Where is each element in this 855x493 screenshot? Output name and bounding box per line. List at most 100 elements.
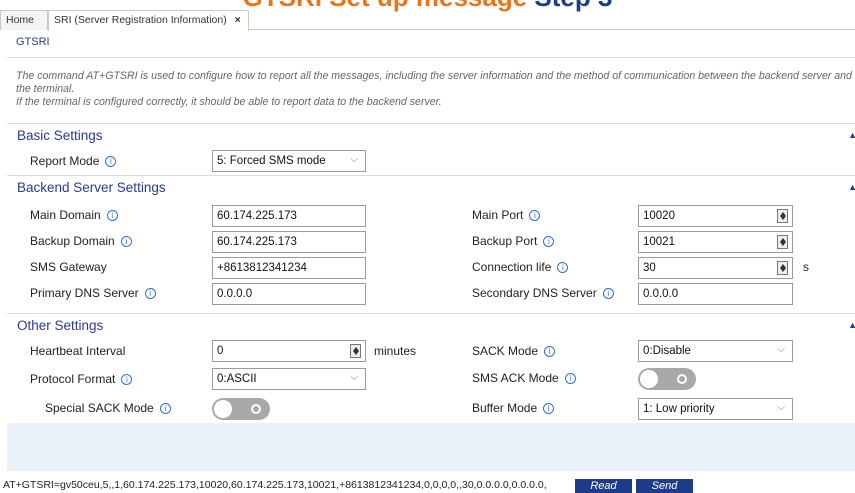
heartbeat-input[interactable]: 0 — [212, 340, 366, 362]
report-mode-label-text: Report Mode — [30, 154, 100, 168]
tab-bar: Home SRI (Server Registration Informatio… — [0, 10, 855, 31]
buffer-mode-value: 1: Low priority — [643, 403, 715, 415]
secondary-dns-input[interactable]: 0.0.0.0 — [638, 283, 793, 305]
buffer-mode-select[interactable]: 1: Low priority ⌵ — [638, 398, 793, 420]
sms-ack-mode-label: SMS ACK Mode i — [472, 371, 576, 385]
report-mode-value: 5: Forced SMS mode — [217, 155, 326, 167]
secondary-dns-label-text: Secondary DNS Server — [472, 286, 597, 300]
section-basic-settings[interactable]: Basic Settings ▲ — [7, 123, 855, 145]
backup-domain-input[interactable]: 60.174.225.173 — [212, 231, 366, 253]
collapse-triangle-icon[interactable]: ▲ — [848, 182, 855, 192]
main-domain-value: 60.174.225.173 — [217, 210, 297, 222]
info-circle-icon[interactable]: i — [544, 346, 556, 357]
primary-dns-value: 0.0.0.0 — [217, 288, 253, 300]
secondary-dns-value: 0.0.0.0 — [643, 288, 679, 300]
heartbeat-label: Heartbeat Interval — [30, 344, 125, 358]
info-circle-icon[interactable]: i — [106, 210, 118, 221]
chevron-down-icon: ⌵ — [777, 344, 785, 355]
heartbeat-label-text: Heartbeat Interval — [30, 344, 126, 358]
sack-mode-select[interactable]: 0:Disable ⌵ — [638, 340, 793, 362]
tab-home[interactable]: Home — [0, 10, 48, 30]
info-circle-icon[interactable]: i — [564, 373, 576, 384]
special-sack-mode-label: Special SACK Mode i — [45, 401, 171, 415]
send-button[interactable]: Send — [636, 479, 693, 493]
info-circle-icon[interactable]: i — [529, 210, 541, 221]
sms-ack-mode-label-text: SMS ACK Mode — [472, 371, 559, 385]
info-circle-icon[interactable]: i — [120, 236, 132, 247]
secondary-dns-label: Secondary DNS Server i — [472, 286, 614, 300]
connection-life-label-text: Connection life — [472, 260, 552, 274]
buffer-mode-label: Buffer Mode i — [472, 401, 555, 415]
section-title: Other Settings — [17, 318, 104, 333]
sms-gateway-label: SMS Gateway — [30, 260, 107, 274]
protocol-format-label-text: Protocol Format — [30, 372, 116, 386]
backup-domain-value: 60.174.225.173 — [217, 236, 297, 248]
description: The command AT+GTSRI is used to configur… — [16, 70, 852, 109]
special-sack-mode-label-text: Special SACK Mode — [45, 401, 154, 415]
main-domain-label-text: Main Domain — [30, 208, 101, 222]
close-icon[interactable]: × — [235, 14, 241, 26]
info-circle-icon[interactable]: i — [543, 403, 555, 414]
page-subtitle: GTSRI — [16, 36, 50, 48]
primary-dns-label: Primary DNS Server i — [30, 286, 156, 300]
backup-port-value: 10021 — [643, 236, 675, 248]
protocol-format-value: 0:ASCII — [217, 373, 257, 385]
special-sack-mode-toggle[interactable] — [212, 398, 270, 420]
backup-port-label-text: Backup Port — [472, 234, 538, 248]
divider — [7, 57, 855, 58]
connection-life-input[interactable]: 30 — [638, 257, 793, 279]
tab-sri-label: SRI (Server Registration Information) — [54, 14, 227, 26]
section-backend-server-settings[interactable]: Backend Server Settings ▲ — [7, 175, 855, 197]
backup-domain-label: Backup Domain i — [30, 234, 132, 248]
read-button[interactable]: Read — [575, 479, 632, 493]
report-mode-label: Report Mode i — [30, 154, 117, 168]
collapse-triangle-icon[interactable]: ▲ — [848, 320, 855, 330]
sack-mode-label-text: SACK Mode — [472, 344, 539, 358]
sms-gateway-input[interactable]: +8613812341234 — [212, 257, 366, 279]
spinner-arrows-icon[interactable] — [350, 344, 361, 358]
toggle-off-indicator-icon — [251, 404, 261, 414]
section-title: Basic Settings — [17, 128, 103, 143]
info-circle-icon[interactable]: i — [105, 156, 117, 167]
command-bar: AT+GTSRI=gv50ceu,5,,1,60.174.225.173,100… — [0, 478, 855, 493]
sms-gateway-label-text: SMS Gateway — [30, 260, 107, 274]
protocol-format-label: Protocol Format i — [30, 372, 133, 386]
protocol-format-select[interactable]: 0:ASCII ⌵ — [212, 368, 366, 390]
info-circle-icon[interactable]: i — [602, 288, 614, 299]
form-footer-band — [7, 423, 855, 471]
sack-mode-label: SACK Mode i — [472, 344, 556, 358]
backup-port-label: Backup Port i — [472, 234, 555, 248]
backup-port-input[interactable]: 10021 — [638, 231, 793, 253]
spinner-arrows-icon[interactable] — [777, 235, 788, 249]
sms-gateway-value: +8613812341234 — [217, 262, 307, 274]
command-output[interactable]: AT+GTSRI=gv50ceu,5,,1,60.174.225.173,100… — [3, 478, 570, 493]
sack-mode-value: 0:Disable — [643, 345, 691, 357]
tab-sri[interactable]: SRI (Server Registration Information) × — [48, 10, 249, 31]
main-port-label-text: Main Port — [472, 208, 524, 222]
info-circle-icon[interactable]: i — [557, 262, 569, 273]
info-circle-icon[interactable]: i — [144, 288, 156, 299]
buffer-mode-label-text: Buffer Mode — [472, 401, 538, 415]
toggle-knob — [640, 370, 658, 388]
report-mode-select[interactable]: 5: Forced SMS mode ⌵ — [212, 150, 366, 172]
main-domain-input[interactable]: 60.174.225.173 — [212, 205, 366, 227]
sms-ack-mode-toggle[interactable] — [638, 368, 696, 390]
main-port-input[interactable]: 10020 — [638, 205, 793, 227]
spinner-arrows-icon[interactable] — [777, 209, 788, 223]
primary-dns-input[interactable]: 0.0.0.0 — [212, 283, 366, 305]
primary-dns-label-text: Primary DNS Server — [30, 286, 139, 300]
info-circle-icon[interactable]: i — [121, 374, 133, 385]
section-other-settings[interactable]: Other Settings ▲ — [7, 313, 855, 335]
info-circle-icon[interactable]: i — [543, 236, 555, 247]
backup-domain-label-text: Backup Domain — [30, 234, 115, 248]
spinner-arrows-icon[interactable] — [777, 261, 788, 275]
collapse-triangle-icon[interactable]: ▲ — [848, 130, 855, 140]
description-line-2: If the terminal is configured correctly,… — [16, 96, 442, 108]
section-title: Backend Server Settings — [17, 180, 166, 195]
heartbeat-unit: minutes — [374, 344, 417, 358]
info-circle-icon[interactable]: i — [159, 403, 171, 414]
chevron-down-icon: ⌵ — [777, 402, 785, 413]
main-port-value: 10020 — [643, 210, 675, 222]
toggle-knob — [214, 400, 232, 418]
chevron-down-icon: ⌵ — [350, 154, 358, 165]
